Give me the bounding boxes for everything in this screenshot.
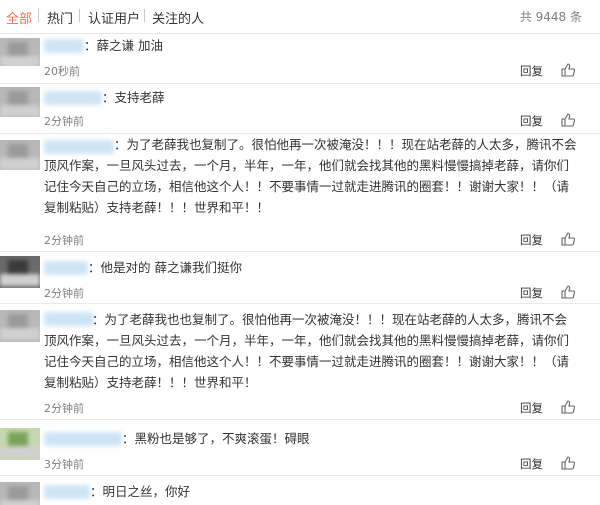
reply-button[interactable]: 回复 bbox=[520, 232, 543, 248]
thumbs-up-icon[interactable] bbox=[560, 112, 576, 128]
comment-time: 2分钟前 bbox=[44, 402, 84, 415]
comment-text: ：明日之丝，你好 bbox=[90, 484, 191, 499]
reply-button[interactable]: 回复 bbox=[520, 285, 543, 301]
comment-time: 3分钟前 bbox=[44, 458, 84, 471]
tab-hot[interactable]: 热门 bbox=[47, 8, 73, 27]
thumbs-up-icon[interactable] bbox=[560, 231, 576, 247]
username-masked[interactable] bbox=[44, 432, 122, 446]
reply-button[interactable]: 回复 bbox=[520, 63, 543, 79]
tab-verified-users[interactable]: 认证用户 bbox=[88, 8, 140, 27]
thumbs-up-icon[interactable] bbox=[560, 284, 576, 300]
tab-all[interactable]: 全部 bbox=[6, 8, 32, 27]
comment-text: ：薛之谦 加油 bbox=[84, 38, 163, 53]
comment-item: ：支持老薛 2分钟前 回复 bbox=[0, 84, 600, 134]
avatar[interactable] bbox=[0, 428, 40, 460]
avatar[interactable] bbox=[0, 87, 40, 117]
avatar[interactable] bbox=[0, 482, 40, 505]
thumbs-up-icon[interactable] bbox=[560, 399, 576, 415]
comment-time: 20秒前 bbox=[44, 65, 80, 78]
reply-button[interactable]: 回复 bbox=[520, 456, 543, 472]
thumbs-up-icon[interactable] bbox=[560, 62, 576, 78]
comment-text: ：他是对的 薛之谦我们挺你 bbox=[88, 260, 242, 275]
tab-divider bbox=[144, 9, 145, 22]
comment-text: ：为了老薛我也也复制了。很怕他再一次被淹没！！！现在站老薛的人太多，腾讯不会顶风… bbox=[44, 312, 570, 390]
comment-total-count: 共 9448 条 bbox=[519, 10, 582, 24]
comment-item: ：薛之谦 加油 20秒前 回复 bbox=[0, 34, 600, 84]
username-masked[interactable] bbox=[44, 39, 84, 53]
thumbs-up-icon[interactable] bbox=[560, 455, 576, 471]
tab-divider bbox=[38, 9, 39, 22]
username-masked[interactable] bbox=[44, 485, 90, 499]
tab-divider bbox=[79, 9, 80, 22]
avatar[interactable] bbox=[0, 140, 40, 170]
comment-item: ：黑粉也是够了，不爽滚蛋！碍眼 3分钟前 回复 bbox=[0, 420, 600, 476]
reply-button[interactable]: 回复 bbox=[520, 400, 543, 416]
avatar[interactable] bbox=[0, 256, 40, 288]
comment-text: ：为了老薛我也复制了。很怕他再一次被淹没！！！现在站老薛的人太多，腾讯不会顶风作… bbox=[44, 137, 577, 215]
reply-button[interactable]: 回复 bbox=[520, 113, 543, 129]
avatar[interactable] bbox=[0, 310, 40, 342]
tab-following[interactable]: 关注的人 bbox=[152, 8, 204, 27]
comment-item: ：为了老薛我也复制了。很怕他再一次被淹没！！！现在站老薛的人太多，腾讯不会顶风作… bbox=[0, 134, 600, 252]
comment-time: 2分钟前 bbox=[44, 287, 84, 300]
comment-item: ：他是对的 薛之谦我们挺你 2分钟前 回复 bbox=[0, 252, 600, 304]
username-masked[interactable] bbox=[44, 261, 88, 275]
avatar[interactable] bbox=[0, 38, 40, 66]
comment-text: ：黑粉也是够了，不爽滚蛋！碍眼 bbox=[122, 431, 310, 446]
comment-filter-bar: 全部 热门 认证用户 关注的人 共 9448 条 bbox=[0, 0, 600, 34]
comment-time: 2分钟前 bbox=[44, 115, 84, 128]
comment-item: ：为了老薛我也也复制了。很怕他再一次被淹没！！！现在站老薛的人太多，腾讯不会顶风… bbox=[0, 304, 600, 420]
comment-time: 2分钟前 bbox=[44, 234, 84, 247]
username-masked[interactable] bbox=[44, 91, 102, 105]
comment-item: ：明日之丝，你好 bbox=[0, 476, 600, 505]
comment-text: ：支持老薛 bbox=[102, 90, 165, 105]
